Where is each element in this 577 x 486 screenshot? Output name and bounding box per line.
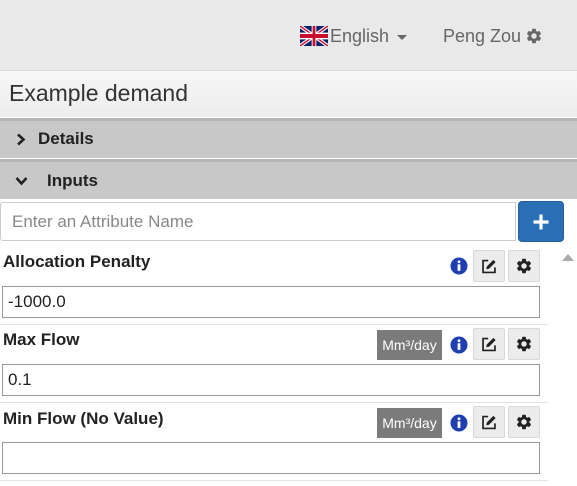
edit-button[interactable] [473, 406, 505, 438]
edit-icon [482, 337, 496, 351]
edit-button[interactable] [473, 328, 505, 360]
user-menu[interactable]: Peng Zou [443, 24, 543, 48]
settings-button[interactable] [508, 250, 540, 282]
language-label: English [330, 25, 390, 46]
attribute-label: Allocation Penalty [3, 252, 151, 271]
caret-down-icon [397, 34, 408, 40]
chevron-down-icon [15, 177, 28, 186]
unit-badge: Mm³/day [377, 330, 442, 360]
gear-icon [516, 414, 532, 430]
settings-button[interactable] [508, 328, 540, 360]
settings-button[interactable] [508, 406, 540, 438]
add-attribute-button[interactable] [518, 201, 564, 242]
edit-icon [482, 415, 496, 429]
top-navbar: English Peng Zou [0, 0, 577, 71]
divider [0, 480, 548, 481]
gear-icon [516, 336, 532, 352]
attribute-name-input[interactable] [0, 202, 516, 241]
page-header: Example demand [0, 71, 577, 117]
divider [0, 324, 548, 325]
attribute-value-input[interactable] [2, 364, 540, 396]
info-icon[interactable] [450, 414, 468, 432]
attribute-value-input[interactable] [2, 286, 540, 318]
page-title: Example demand [9, 80, 188, 106]
edit-button[interactable] [473, 250, 505, 282]
attribute-label: Min Flow (No Value) [3, 409, 164, 428]
unit-badge: Mm³/day [377, 408, 442, 438]
details-section-label: Details [38, 129, 94, 148]
chevron-right-icon [17, 133, 26, 146]
attribute-label: Max Flow [3, 330, 80, 349]
gear-icon [516, 258, 532, 274]
attribute-value-input[interactable] [2, 442, 540, 474]
inputs-section-header[interactable]: Inputs [0, 159, 577, 199]
info-icon[interactable] [450, 336, 468, 354]
gear-icon [527, 28, 542, 44]
divider [0, 402, 548, 403]
plus-icon [533, 214, 549, 229]
details-section-header[interactable]: Details [0, 118, 577, 158]
user-name: Peng Zou [443, 25, 522, 46]
edit-icon [482, 259, 496, 273]
language-dropdown[interactable]: English [300, 24, 408, 48]
scroll-up-arrow-icon[interactable] [561, 253, 575, 262]
attribute-search-row [0, 200, 577, 244]
info-icon[interactable] [450, 257, 468, 275]
uk-flag-icon [300, 26, 328, 46]
inputs-section-label: Inputs [47, 171, 98, 190]
